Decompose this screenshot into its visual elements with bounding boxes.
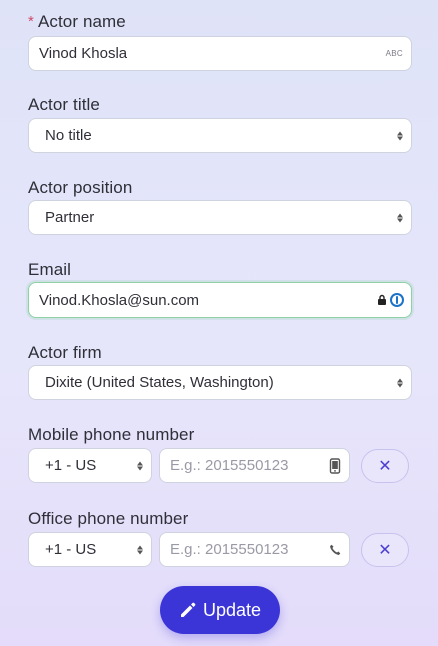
clear-mobile-phone-button[interactable]: ✕ (361, 449, 409, 483)
phone-icon (330, 544, 341, 555)
select-arrows-icon (137, 545, 143, 554)
select-arrows-icon (137, 461, 143, 470)
close-icon: ✕ (378, 458, 392, 475)
actor-firm-label: Actor firm (28, 343, 102, 362)
actor-title-select[interactable]: No title (28, 118, 412, 153)
actor-name-label: * Actor name (28, 12, 126, 31)
office-phone-label: Office phone number (28, 509, 189, 528)
select-arrows-icon (397, 131, 403, 140)
actor-title-label: Actor title (28, 95, 100, 114)
office-country-code-select[interactable]: +1 - US (28, 532, 152, 567)
required-mark: * (28, 13, 34, 30)
close-icon: ✕ (378, 542, 392, 559)
actor-position-select[interactable]: Partner (28, 200, 412, 235)
clear-office-phone-button[interactable]: ✕ (361, 533, 409, 567)
email-label: Email (28, 260, 72, 279)
select-arrows-icon (397, 378, 403, 387)
mobile-phone-icon (329, 457, 341, 474)
abc-badge: ABC (385, 49, 403, 58)
mobile-phone-input[interactable]: E.g.: 2015550123 (159, 448, 350, 483)
mobile-phone-label: Mobile phone number (28, 425, 195, 444)
actor-firm-select[interactable]: Dixite (United States, Washington) (28, 365, 412, 400)
actor-name-input[interactable]: Vinod Khosla ABC (28, 36, 412, 71)
update-button[interactable]: Update (160, 586, 280, 634)
office-phone-input[interactable]: E.g.: 2015550123 (159, 532, 350, 567)
actor-position-label: Actor position (28, 178, 133, 197)
password-manager-icon[interactable] (389, 292, 405, 308)
lock-icon (378, 294, 386, 305)
pencil-icon (180, 602, 196, 617)
select-arrows-icon (397, 213, 403, 222)
email-input[interactable]: Vinod.Khosla@sun.com (28, 282, 412, 318)
mobile-country-code-select[interactable]: +1 - US (28, 448, 152, 483)
